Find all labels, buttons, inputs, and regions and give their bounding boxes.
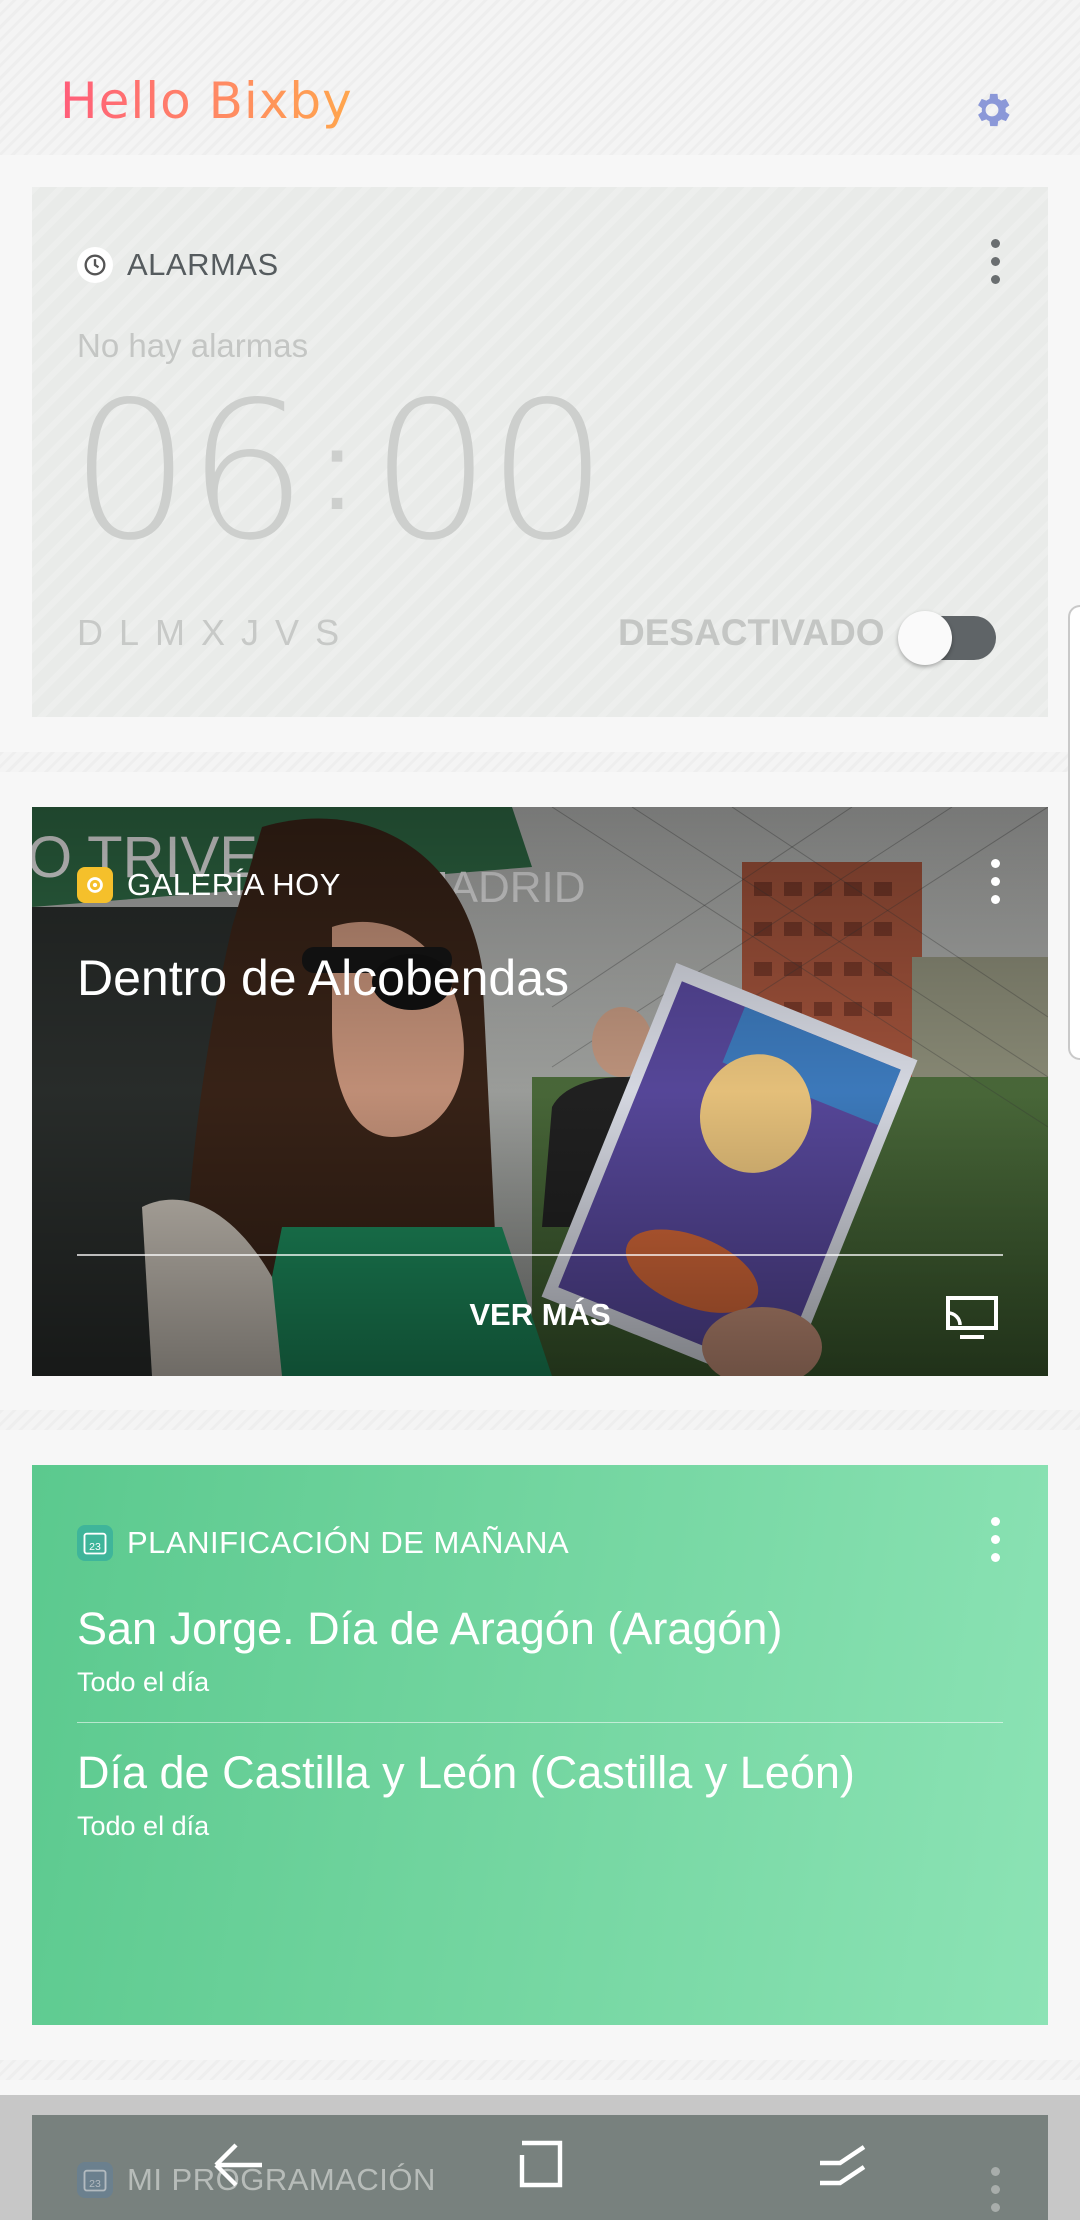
app-header: Hello Bixby: [0, 0, 1080, 155]
day-tuesday: M: [155, 612, 186, 653]
more-options-icon[interactable]: [988, 239, 1002, 285]
event-item[interactable]: San Jorge. Día de Aragón (Aragón) Todo e…: [77, 1603, 782, 1698]
alarm-card-header: ALARMAS: [77, 245, 279, 285]
gallery-icon: [77, 867, 113, 903]
alarm-hour: 06: [70, 361, 308, 582]
event-time: Todo el día: [77, 1667, 210, 1697]
event-title: Día de Castilla y León (Castilla y León): [77, 1747, 855, 1798]
toggle-knob: [898, 611, 952, 665]
edge-panel-handle[interactable]: [1068, 605, 1080, 1060]
gallery-card-label: GALERÍA HOY: [127, 867, 341, 902]
alarm-time[interactable]: 06 : 00: [70, 361, 608, 582]
alarm-weekdays: D L M X J V S: [77, 612, 339, 654]
gallery-card[interactable]: O TRIVEN MADRID GALERÍA HOY: [32, 807, 1048, 1376]
recents-icon[interactable]: [812, 2135, 872, 2195]
plan-card-label: PLANIFICACIÓN DE MAÑANA: [127, 1525, 570, 1560]
gallery-card-header: GALERÍA HOY: [77, 865, 341, 905]
svg-text:23: 23: [89, 1541, 101, 1553]
more-options-icon[interactable]: [988, 859, 1002, 905]
cast-screen-icon[interactable]: [944, 1295, 1000, 1339]
gear-icon[interactable]: [970, 88, 1014, 132]
alarm-status: DESACTIVADO: [618, 612, 885, 653]
tomorrow-plan-card[interactable]: 23 PLANIFICACIÓN DE MAÑANA San Jorge. Dí…: [32, 1465, 1048, 2025]
alarm-card-label: ALARMAS: [127, 247, 279, 282]
gallery-divider: [77, 1254, 1003, 1256]
alarm-colon: :: [321, 410, 353, 533]
event-item[interactable]: Día de Castilla y León (Castilla y León)…: [77, 1747, 855, 1842]
event-title: San Jorge. Día de Aragón (Aragón): [77, 1603, 783, 1654]
alarm-minute: 00: [370, 361, 608, 582]
day-thursday: J: [241, 612, 260, 653]
day-sunday: D: [77, 612, 103, 653]
hello-bixby-logo: Hello Bixby: [60, 72, 353, 130]
back-icon[interactable]: [208, 2135, 268, 2195]
gallery-title: Dentro de Alcobendas: [77, 950, 570, 1006]
card-separator: [0, 2060, 1080, 2080]
alarm-toggle[interactable]: [898, 611, 996, 665]
card-separator: [0, 1410, 1080, 1430]
no-alarms-text: No hay alarmas: [77, 327, 309, 364]
calendar-icon: 23: [77, 1525, 113, 1561]
event-time: Todo el día: [77, 1811, 210, 1841]
day-wednesday: X: [201, 612, 226, 653]
see-more-button[interactable]: VER MÁS: [32, 1297, 1048, 1333]
more-options-icon[interactable]: [988, 1517, 1002, 1563]
day-friday: V: [275, 612, 300, 653]
alarm-clock-icon: [77, 247, 113, 283]
navigation-bar: [0, 2095, 1080, 2220]
event-divider: [77, 1722, 1003, 1723]
plan-card-header: 23 PLANIFICACIÓN DE MAÑANA: [77, 1523, 569, 1563]
day-monday: L: [119, 612, 140, 653]
card-separator: [0, 752, 1080, 772]
alarm-card[interactable]: ALARMAS No hay alarmas 06 : 00 D L M X J…: [32, 187, 1048, 717]
day-saturday: S: [315, 612, 340, 653]
home-icon[interactable]: [510, 2135, 570, 2195]
